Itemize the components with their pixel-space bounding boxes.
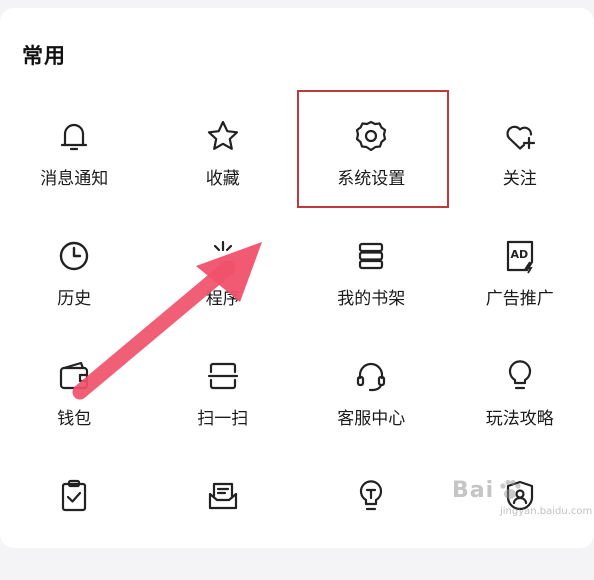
gear-icon bbox=[353, 118, 389, 154]
menu-item-history[interactable]: 历史 bbox=[0, 220, 149, 340]
menu-item-follow[interactable]: 关注 bbox=[446, 100, 594, 220]
menu-item-messages[interactable] bbox=[149, 460, 298, 580]
menu-item-tasks[interactable] bbox=[0, 460, 149, 580]
menu-item-gameplay-guide[interactable]: 玩法攻略 bbox=[446, 340, 594, 460]
scan-icon bbox=[205, 358, 241, 394]
section-title: 常用 bbox=[22, 40, 66, 70]
bookshelf-icon bbox=[353, 238, 389, 274]
menu-item-ad-promotion[interactable]: AD 广告推广 bbox=[446, 220, 594, 340]
clipboard-check-icon bbox=[56, 478, 92, 514]
menu-item-scan[interactable]: 扫一扫 bbox=[149, 340, 298, 460]
wallet-icon bbox=[56, 358, 92, 394]
lightbulb-icon bbox=[502, 358, 538, 394]
menu-item-bookshelf[interactable]: 我的书架 bbox=[297, 220, 446, 340]
menu-item-label: 关注 bbox=[503, 164, 537, 189]
menu-item-customer-service[interactable]: 客服中心 bbox=[297, 340, 446, 460]
menu-item-label: 钱包 bbox=[57, 404, 91, 429]
menu-item-system-settings[interactable]: 系统设置 bbox=[297, 100, 446, 220]
menu-grid: 消息通知 收藏 系统设置 关注 bbox=[0, 100, 594, 580]
menu-item-label: 消息通知 bbox=[40, 164, 108, 189]
menu-item-label: 系统设置 bbox=[337, 164, 405, 189]
menu-item-label: 客服中心 bbox=[337, 404, 405, 429]
menu-item-account-security[interactable] bbox=[446, 460, 594, 580]
shield-user-icon bbox=[502, 478, 538, 514]
clock-icon bbox=[56, 238, 92, 274]
bell-icon bbox=[56, 118, 92, 154]
menu-item-label: 广告推广 bbox=[486, 284, 554, 309]
heart-plus-icon bbox=[502, 118, 538, 154]
star-icon bbox=[205, 118, 241, 154]
menu-item-favorites[interactable]: 收藏 bbox=[149, 100, 298, 220]
bulb-t-icon bbox=[353, 478, 389, 514]
ad-icon: AD bbox=[502, 238, 538, 274]
menu-item-wallet[interactable]: 钱包 bbox=[0, 340, 149, 460]
mini-program-icon bbox=[205, 238, 241, 274]
menu-item-label: 收藏 bbox=[206, 164, 240, 189]
menu-item-label: 玩法攻略 bbox=[486, 404, 554, 429]
menu-item-mini-program[interactable]: 程序 bbox=[149, 220, 298, 340]
menu-item-label: 历史 bbox=[57, 284, 91, 309]
menu-item-notifications[interactable]: 消息通知 bbox=[0, 100, 149, 220]
menu-item-tips[interactable] bbox=[297, 460, 446, 580]
headset-icon bbox=[353, 358, 389, 394]
menu-item-label: 我的书架 bbox=[337, 284, 405, 309]
menu-item-label: 扫一扫 bbox=[197, 404, 248, 429]
svg-text:AD: AD bbox=[510, 248, 528, 261]
menu-item-label: 程序 bbox=[206, 284, 240, 309]
message-box-icon bbox=[205, 478, 241, 514]
